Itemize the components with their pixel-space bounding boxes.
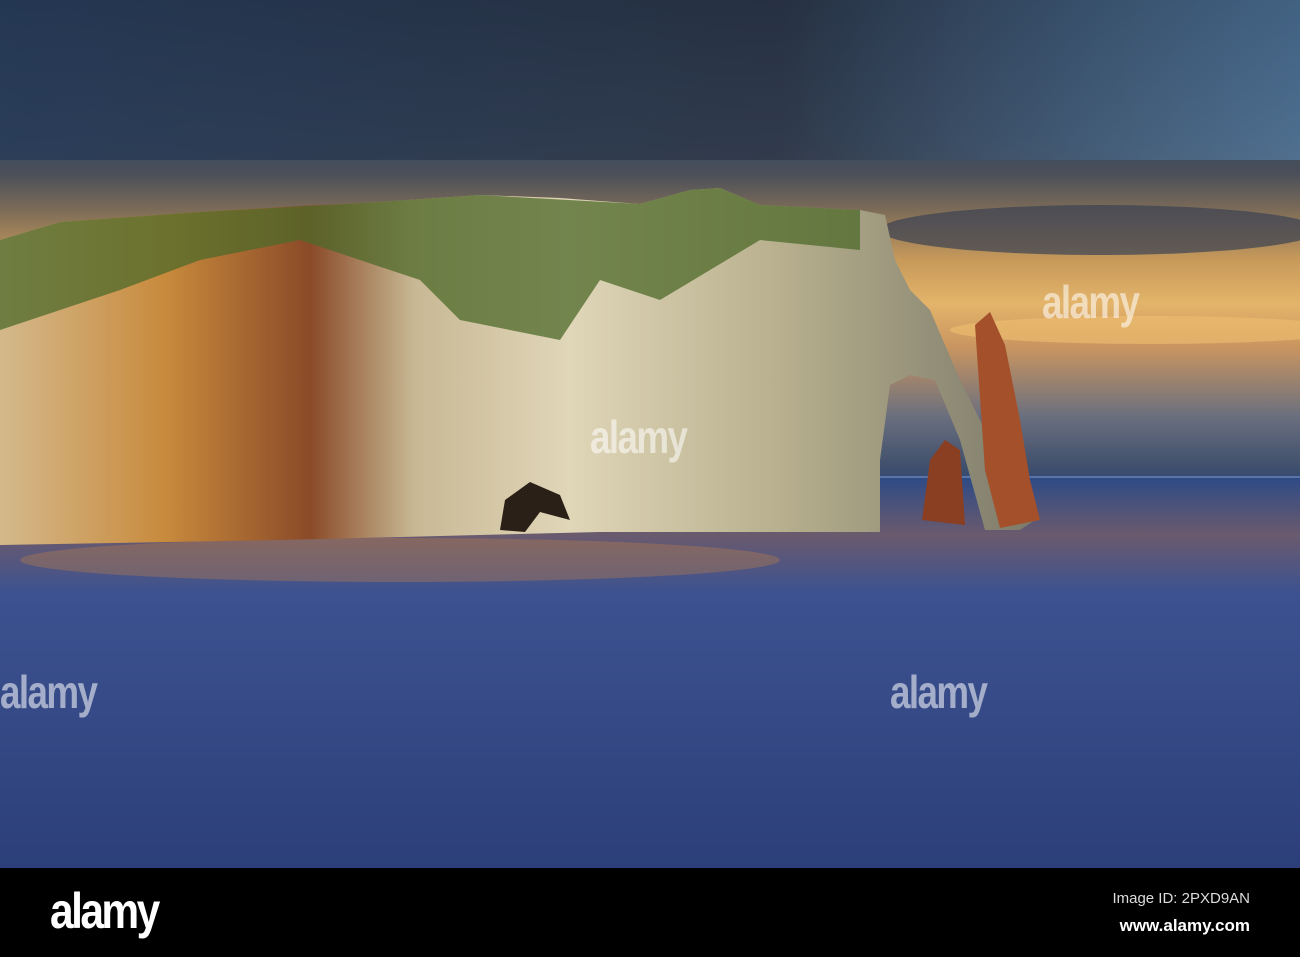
watermark-text: alamy [890, 666, 988, 718]
cliff-reflection [20, 538, 780, 582]
watermark-text: alamy [590, 411, 688, 463]
footer-bar: alamy Image ID: 2PXD9AN www.alamy.com [0, 868, 1300, 957]
watermark-text: alamy [1042, 276, 1140, 328]
landscape-photo: alamy alamy alamy alamy [0, 0, 1300, 868]
alamy-logo: alamy [50, 883, 160, 939]
cloud [880, 205, 1300, 255]
image-id: Image ID: 2PXD9AN [1112, 890, 1250, 907]
rock-base [922, 440, 965, 525]
watermark-text: alamy [0, 666, 98, 718]
cloud-layer [0, 0, 1300, 160]
website-link: www.alamy.com [1119, 916, 1250, 935]
